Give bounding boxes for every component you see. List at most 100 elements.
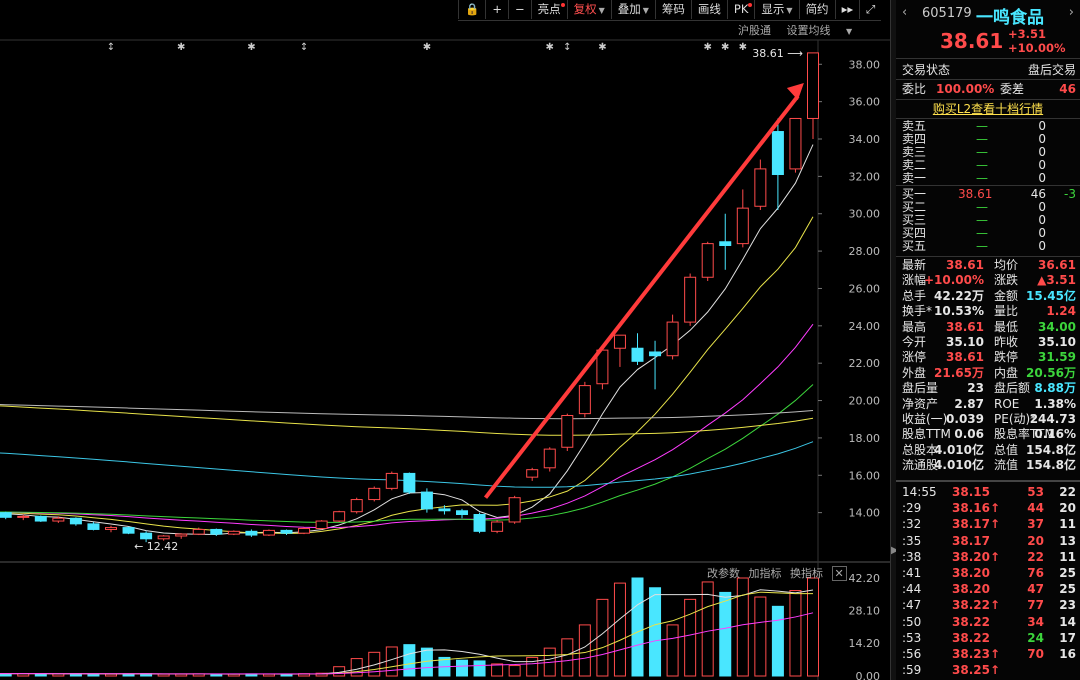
tick-price: 38.22 — [952, 630, 990, 645]
toolbar-chouma-button[interactable]: 筹码 — [654, 0, 691, 19]
tick-volume: 44 — [1027, 501, 1044, 516]
chevron-down-icon: ▼ — [642, 6, 649, 15]
stat-value: 4.010亿 — [934, 442, 984, 457]
event-marker[interactable]: ✱ — [423, 42, 431, 53]
stat-value: 2.87 — [954, 396, 984, 411]
close-icon[interactable]: ✕ — [831, 566, 847, 581]
candle-body — [17, 515, 30, 518]
volume-bar — [754, 596, 767, 677]
stat-row: 股息TTM 0.06 股息率TTM 0.16% — [896, 427, 1080, 442]
stat-value: 0.16% — [1034, 427, 1076, 442]
tick-time: :38 — [902, 549, 922, 564]
candle-body — [578, 385, 591, 415]
tick-volume: 53 — [1027, 485, 1044, 499]
candle-body — [333, 511, 346, 522]
lock-icon[interactable]: 🔒 — [458, 0, 485, 19]
zoom-out-icon[interactable]: − — [507, 0, 531, 19]
stat-label: 均价 — [994, 258, 1019, 272]
event-marker[interactable]: ✱ — [177, 42, 185, 53]
stat-label: 股息TTM — [902, 427, 951, 442]
y-tick-label: 34.00 — [849, 133, 881, 146]
stat-label: 涨停 — [902, 350, 927, 365]
stat-label: 涨跌 — [994, 273, 1019, 288]
tick-row: :50 38.22 34 14 — [896, 615, 1080, 630]
kline-chart-area[interactable]: 38.00 36.00 34.00 32.00 30.00 28.00 26.00 24.00… — [0, 0, 890, 680]
event-marker[interactable]: ✱ — [739, 42, 747, 53]
event-marker[interactable]: ↕ — [107, 42, 115, 53]
chevron-right-icon[interactable]: › — [1069, 5, 1074, 20]
stat-row: 最高 38.61 最低 34.00 — [896, 320, 1080, 335]
y-tick-label: 20.00 — [849, 395, 881, 408]
chevron-left-icon[interactable]: ‹ — [902, 5, 907, 20]
tick-count: 25 — [1059, 566, 1076, 580]
tick-count: 13 — [1059, 533, 1076, 548]
tick-volume: 24 — [1027, 630, 1044, 645]
stat-label: 最低 — [994, 319, 1019, 334]
tick-row: :44 38.20 47 25 — [896, 582, 1080, 597]
candle-body — [526, 469, 539, 478]
candle-body — [350, 499, 363, 513]
y-tick-label: 28.00 — [849, 245, 881, 258]
high-price-label: 38.61 ⟶ — [752, 47, 803, 60]
volume-bar — [385, 646, 398, 677]
volume-bar — [684, 598, 697, 677]
candle-body — [175, 533, 188, 537]
y-tick-label: 24.00 — [849, 320, 881, 333]
stat-value: 34.00 — [1038, 319, 1076, 334]
stat-value: 20.56万 — [1026, 365, 1076, 380]
candle-body — [508, 497, 521, 523]
event-marker[interactable]: ✱ — [247, 42, 255, 53]
l2-upgrade-link[interactable]: 购买L2查看十档行情 — [896, 102, 1080, 117]
candle-body — [613, 334, 626, 349]
event-marker[interactable]: ↕ — [300, 42, 308, 53]
chart-toolbar: 🔒 + − 亮点 复权 ▼ 叠加 ▼ 筹码 画线 PK 显示 ▼ 简约 ▸▸ ⤢ — [458, 0, 882, 21]
volume-bar — [666, 624, 679, 677]
tick-count: 20 — [1059, 501, 1076, 516]
hugutong-link[interactable]: 沪股通 — [738, 24, 771, 37]
fullscreen-icon[interactable]: ⤢ — [859, 0, 881, 19]
volume-bar — [491, 663, 504, 677]
toolbar-xianshi-button[interactable]: 显示 ▼ — [754, 0, 798, 19]
stat-row: 盘后量 23 盘后额 8.88万 — [896, 381, 1080, 396]
tick-count: 11 — [1059, 517, 1076, 532]
tick-time: :53 — [902, 630, 922, 645]
event-marker[interactable]: ✱ — [721, 42, 729, 53]
candle-body — [34, 515, 47, 522]
tick-count: 11 — [1059, 549, 1076, 564]
event-marker[interactable]: ✱ — [598, 42, 606, 53]
toolbar-jianyue-button[interactable]: 简约 — [798, 0, 835, 19]
stat-row: 涨停 38.61 跌停 31.59 — [896, 350, 1080, 365]
stat-label: 涨幅 — [902, 273, 927, 288]
candle-body — [736, 207, 749, 245]
volume-bar — [719, 591, 732, 677]
toolbar-huaxian-button[interactable]: 画线 — [690, 0, 727, 19]
edit-params-button[interactable]: 改参数 — [707, 567, 740, 580]
event-marker[interactable]: ✱ — [704, 42, 712, 53]
stock-name: 一鸣食品 — [976, 8, 1044, 28]
tick-volume: 20 — [1027, 533, 1044, 548]
ma20-line — [0, 323, 814, 529]
tick-count: 23 — [1059, 598, 1076, 613]
stat-label: 收益(一) — [902, 412, 948, 426]
zoom-in-icon[interactable]: + — [485, 0, 508, 19]
stat-label: 盘后量 — [902, 381, 939, 396]
candle-body — [561, 414, 574, 448]
candle-body — [473, 514, 486, 532]
candle-body — [385, 472, 398, 489]
event-marker[interactable]: ↕ — [563, 42, 571, 53]
event-marker[interactable]: ✱ — [546, 42, 554, 53]
ma-settings-link[interactable]: 设置均线 ▼ — [787, 24, 865, 37]
toolbar-liangdian-button[interactable]: 亮点 — [530, 0, 567, 19]
stat-label: 最高 — [902, 319, 927, 334]
stat-value: 1.38% — [1034, 396, 1076, 411]
toolbar-diejia-button[interactable]: 叠加 ▼ — [610, 0, 655, 19]
toolbar-fuquan-button[interactable]: 复权 ▼ — [566, 0, 611, 19]
stat-value: 10.53% — [934, 304, 984, 319]
add-indicator-button[interactable]: 加指标 — [749, 567, 782, 580]
volume-bar — [736, 577, 749, 677]
toolbar-pk-button[interactable]: PK — [726, 0, 754, 19]
chevron-down-icon: ▼ — [786, 6, 793, 15]
switch-indicator-button[interactable]: 换指标 — [790, 567, 823, 580]
candle-body — [368, 487, 381, 501]
expand-icon[interactable]: ▸▸ — [834, 0, 860, 19]
